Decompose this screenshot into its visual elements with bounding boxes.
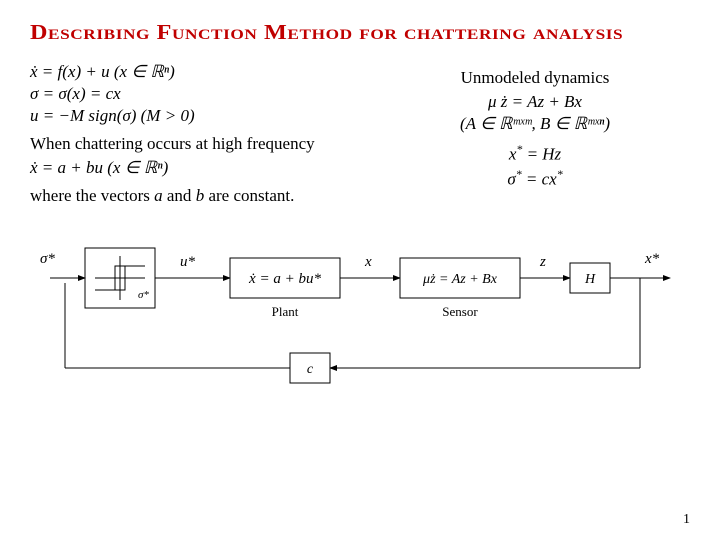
label-u-star: u* [180, 254, 196, 270]
label-x-star: x* [644, 251, 660, 267]
block-diagram: σ* σ* u* ẋ = a + bu* Plant x μż = Az + B… [30, 228, 690, 428]
h-block: H [584, 272, 596, 287]
page-number: 1 [683, 512, 690, 528]
eq-sensor-dyn: μ ż = Az + Bx [380, 92, 690, 112]
svg-text:σ*: σ* [138, 289, 149, 301]
eq-linear: ẋ = a + bu (x ∈ ℝⁿ) [30, 158, 340, 178]
label-z: z [539, 254, 546, 270]
eq-xstar: x* = Hz [380, 142, 690, 165]
slide-title: Describing Function Method for chatterin… [30, 20, 720, 45]
right-column: Unmodeled dynamics μ ż = Az + Bx (A ∈ ℝᵐ… [380, 60, 690, 210]
heading-unmodeled: Unmodeled dynamics [380, 68, 690, 88]
eq-sigma: σ = σ(x) = cx [30, 84, 340, 104]
sensor-label: Sensor [442, 304, 478, 319]
sensor-eq: μż = Az + Bx [422, 272, 498, 287]
c-block: c [307, 362, 314, 377]
label-sigma-star: σ* [40, 251, 55, 267]
text-chattering: When chattering occurs at high frequency [30, 134, 340, 154]
eq-state: ẋ = f(x) + u (x ∈ ℝⁿ) [30, 62, 340, 82]
eq-sigmastar: σ* = cx* [380, 167, 690, 190]
plant-label: Plant [272, 304, 299, 319]
left-column: ẋ = f(x) + u (x ∈ ℝⁿ) σ = σ(x) = cx u = … [30, 60, 340, 210]
text-vectors: where the vectors a and b are constant. [30, 186, 340, 206]
eq-dims: (A ∈ ℝᵐˣᵐ, B ∈ ℝᵐˣⁿ) [380, 114, 690, 134]
content-columns: ẋ = f(x) + u (x ∈ ℝⁿ) σ = σ(x) = cx u = … [30, 60, 690, 210]
label-x: x [364, 254, 372, 270]
eq-control: u = −M sign(σ) (M > 0) [30, 106, 340, 126]
plant-eq: ẋ = a + bu* [248, 271, 321, 287]
